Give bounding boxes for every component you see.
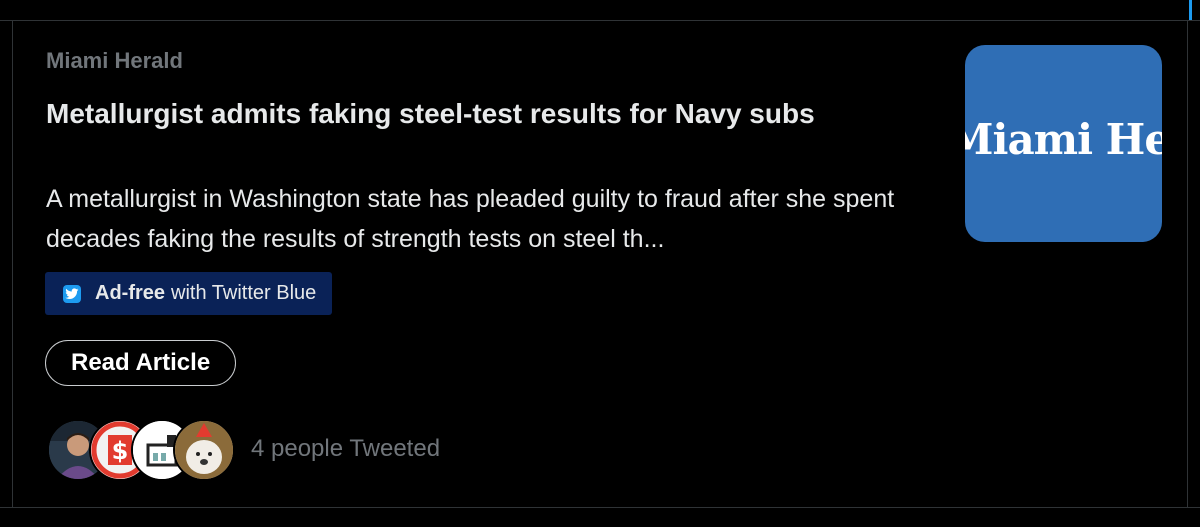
article-thumbnail[interactable]: Miami Herald [965,45,1162,242]
article-headline[interactable]: Metallurgist admits faking steel-test re… [46,94,916,134]
scroll-indicator [1189,0,1192,20]
news-card[interactable]: Miami Herald Metallurgist admits faking … [12,21,1188,507]
thumbnail-logo: Miami Herald [965,115,1162,164]
read-article-button[interactable]: Read Article [45,340,237,386]
avatar-dog[interactable] [173,419,235,481]
ad-free-bold-label: Ad-free [95,282,166,304]
previous-item-edge [0,0,1200,21]
article-summary: A metallurgist in Washington state has p… [46,185,895,253]
news-source: Miami Herald [46,48,183,73]
ad-free-label: with Twitter Blue [171,282,317,304]
ad-free-banner[interactable]: Ad-free with Twitter Blue [45,272,333,315]
next-item-edge [0,507,1200,527]
twitter-bird-icon [63,284,81,303]
tweeter-avatars[interactable]: $ [47,419,235,481]
svg-text:$: $ [112,437,129,465]
screen: Miami Herald Metallurgist admits faking … [0,0,1200,527]
tweet-count-label[interactable]: 4 people Tweeted [251,435,440,463]
